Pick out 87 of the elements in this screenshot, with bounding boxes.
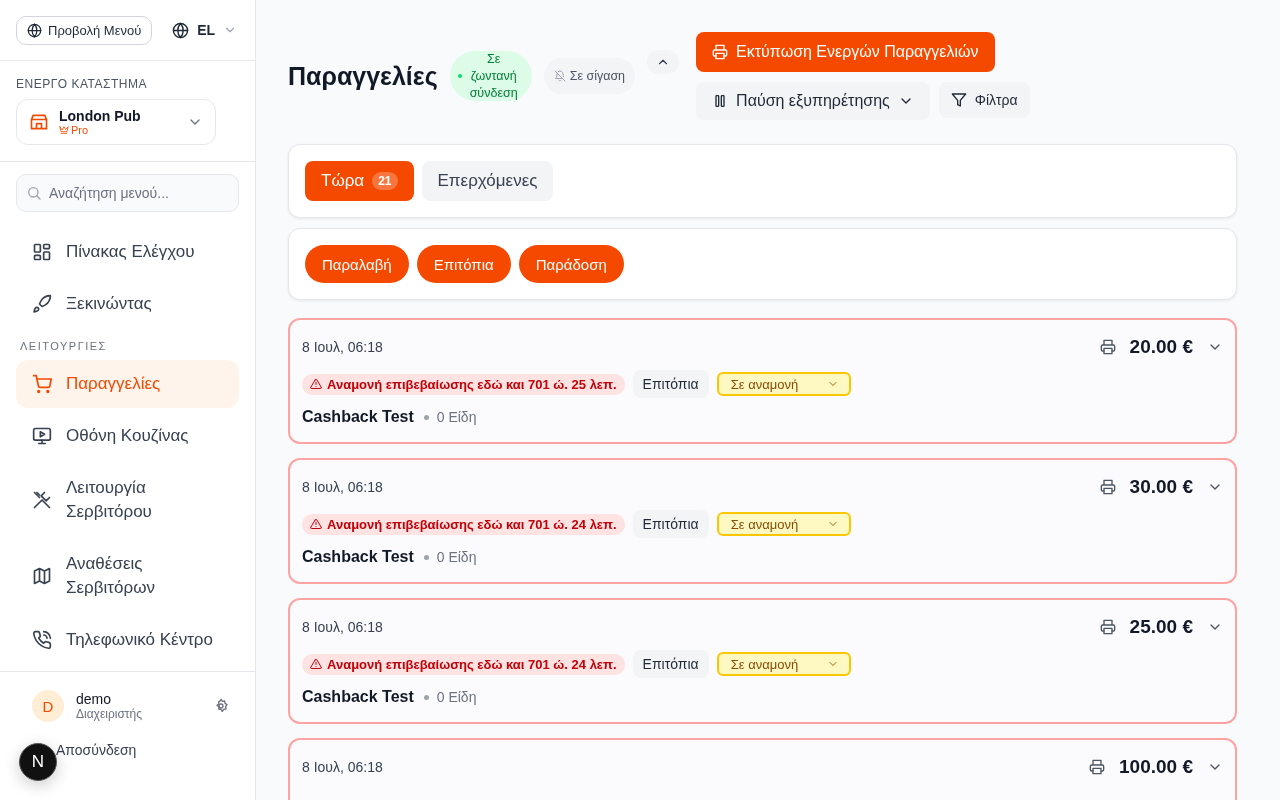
settings-icon — [213, 698, 229, 714]
order-type-tag: Επιτόπια — [632, 650, 709, 678]
filter-icon — [950, 92, 967, 108]
separator-dot — [423, 694, 429, 700]
order-amount: 25.00 € — [1129, 616, 1193, 638]
count-badge: 21 — [372, 172, 398, 190]
order-card[interactable]: 8 Ιουλ, 06:18 30.00 € Αναμονή επιβεβαίωσης εδώ και 701 ώ. 24 λεπ. Επιτόπια Σε αναμονή Cashback Test 0 Είδη — [288, 458, 1237, 584]
order-time: 8 Ιουλ, 06:18 — [302, 759, 383, 775]
order-amount: 100.00 € — [1119, 756, 1193, 778]
order-time: 8 Ιουλ, 06:18 — [302, 619, 383, 635]
customer-name: Cashback Test — [302, 688, 414, 706]
nav-item[interactable]: Τηλεφωνικό Κέντρο — [16, 616, 239, 664]
user-role: Διαχειριστής — [76, 707, 144, 721]
cart-icon — [32, 374, 52, 394]
print-orders-button[interactable]: Εκτύπωση Ενεργών Παραγγελιών — [696, 32, 995, 72]
search-field[interactable]: Αναζήτηση μενού... — [16, 174, 239, 212]
order-type-tag: Επιτόπια — [632, 510, 709, 538]
printer-icon — [712, 44, 729, 60]
print-button[interactable] — [1099, 479, 1116, 495]
section-label: ΛΕΙΤΟΥΡΓΙΕΣ — [20, 340, 108, 352]
user-name: demo — [76, 691, 113, 707]
order-type-chip[interactable]: Παράδοση — [518, 245, 624, 283]
store-name: London Pub — [59, 108, 142, 124]
warning-icon — [310, 378, 322, 390]
store-icon — [29, 112, 49, 132]
monitor-icon — [32, 426, 52, 446]
print-button[interactable] — [1099, 619, 1116, 635]
utensils-icon — [32, 490, 52, 510]
print-button[interactable] — [1089, 759, 1106, 775]
warning-badge: Αναμονή επιβεβαίωσης εδώ και 701 ώ. 24 λεπ. — [302, 513, 625, 535]
warning-badge: Αναμονή επιβεβαίωσης εδώ και 701 ώ. 24 λεπ. — [302, 653, 625, 675]
nav-item[interactable]: Πίνακας Ελέγχου — [16, 228, 239, 276]
order-type-tag: Επιτόπια — [632, 370, 709, 398]
item-count: 0 Είδη — [436, 409, 477, 425]
bell-off-icon — [553, 70, 566, 82]
order-type-chip[interactable]: Επιτόπια — [416, 245, 511, 283]
nav-item[interactable]: Λειτουργία Σερβιτόρου — [16, 464, 239, 536]
printer-icon — [1099, 479, 1116, 495]
order-time: 8 Ιουλ, 06:18 — [302, 479, 383, 495]
order-amount: 30.00 € — [1129, 476, 1193, 498]
status-dropdown[interactable]: Σε αναμονή — [716, 652, 851, 676]
connection-status-badge: Σε ζωντανή σύνδεση — [449, 51, 532, 101]
grid-icon — [32, 242, 52, 262]
customer-name: Cashback Test — [302, 548, 414, 566]
order-time: 8 Ιουλ, 06:18 — [302, 339, 383, 355]
crown-icon — [59, 125, 69, 135]
item-count: 0 Είδη — [436, 689, 477, 705]
filters-button[interactable]: Φίλτρα — [938, 82, 1030, 118]
warning-icon — [310, 518, 322, 530]
phone-icon — [32, 630, 52, 650]
nav-item[interactable]: Ξεκινώντας — [16, 280, 239, 328]
nav-item[interactable]: Οθόνη Κουζίνας — [16, 412, 239, 460]
page-title: Παραγγελίες — [288, 61, 438, 91]
separator-dot — [423, 414, 429, 420]
mute-status-badge: Σε σίγαση — [543, 58, 636, 94]
globe-icon — [27, 22, 42, 38]
printer-icon — [1099, 619, 1116, 635]
tab[interactable]: Επερχόμενες — [421, 161, 554, 201]
customer-name: Cashback Test — [302, 408, 414, 426]
section-label: ΕΝΕΡΓΟ ΚΑΤΑΣΤΗΜΑ — [16, 77, 148, 91]
search-icon — [26, 185, 42, 201]
plan-label: Pro — [59, 124, 177, 136]
order-card[interactable]: 8 Ιουλ, 06:18 20.00 € Αναμονή επιβεβαίωσης εδώ και 701 ώ. 25 λεπ. Επιτόπια Σε αναμονή Cashback Test 0 Είδη — [288, 318, 1237, 444]
separator-dot — [423, 554, 429, 560]
order-type-chip[interactable]: Παραλαβή — [305, 245, 409, 283]
store-selector[interactable]: London Pub Pro — [16, 99, 216, 145]
globe-icon — [172, 21, 190, 39]
nav-item[interactable]: Αναθέσεις Σερβιτόρων — [16, 540, 239, 612]
rocket-icon — [32, 294, 52, 314]
logout-link[interactable]: Αποσύνδεση — [56, 742, 137, 758]
language-selector[interactable]: EL — [172, 21, 238, 39]
warning-badge: Αναμονή επιβεβαίωσης εδώ και 701 ώ. 25 λεπ. — [302, 373, 625, 395]
warning-icon — [310, 658, 322, 670]
order-card[interactable]: 8 Ιουλ, 06:18 25.00 € Αναμονή επιβεβαίωσης εδώ και 701 ώ. 24 λεπ. Επιτόπια Σε αναμονή Cashback Test 0 Είδη — [288, 598, 1237, 724]
order-card[interactable]: 8 Ιουλ, 06:18 100.00 € — [288, 738, 1237, 800]
user-avatar: D — [32, 690, 64, 722]
printer-icon — [1099, 339, 1116, 355]
menu-view-button[interactable]: Προβολή Μενού — [16, 15, 153, 45]
print-button[interactable] — [1099, 339, 1116, 355]
order-amount: 20.00 € — [1129, 336, 1193, 358]
status-dropdown[interactable]: Σε αναμονή — [716, 372, 851, 396]
map-icon — [32, 566, 52, 586]
pause-service-button[interactable]: Παύση εξυπηρέτησης — [696, 82, 930, 120]
status-dropdown[interactable]: Σε αναμονή — [716, 512, 851, 536]
item-count: 0 Είδη — [436, 549, 477, 565]
printer-icon — [1089, 759, 1106, 775]
tab[interactable]: Τώρα 21 — [305, 161, 414, 201]
